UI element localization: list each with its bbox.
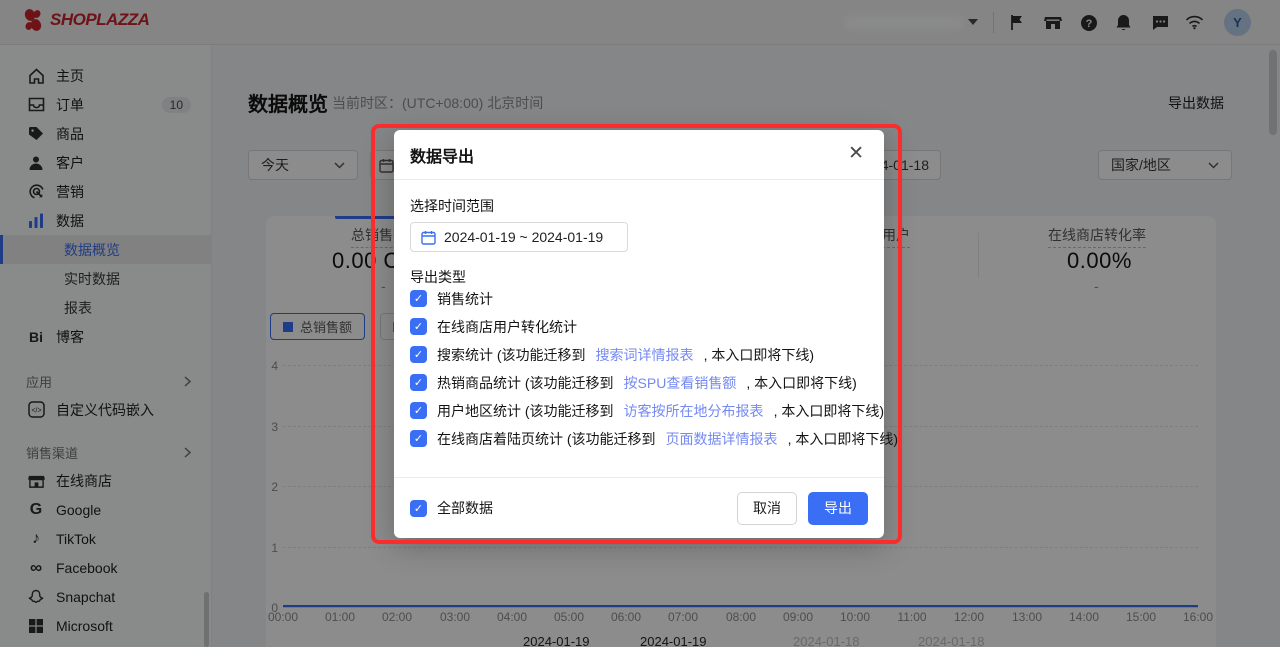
checkbox-checked-icon[interactable]	[410, 402, 427, 419]
migration-link[interactable]: 页面数据详情报表	[666, 429, 778, 449]
export-button[interactable]: 导出	[808, 492, 868, 525]
export-type-row: 销售统计	[410, 290, 868, 307]
time-range-label: 选择时间范围	[410, 196, 494, 216]
data-export-modal: 数据导出 ✕ 选择时间范围 2024-01-19 ~ 2024-01-19 导出…	[394, 130, 884, 538]
modal-title: 数据导出	[410, 143, 474, 167]
export-type-row: 热销商品统计 (该功能迁移到按SPU查看销售额, 本入口即将下线)	[410, 374, 868, 391]
checkbox-checked-icon[interactable]	[410, 374, 427, 391]
checkbox-checked-icon[interactable]	[410, 346, 427, 363]
export-type-label: 导出类型	[410, 267, 466, 287]
export-type-row: 用户地区统计 (该功能迁移到访客按所在地分布报表, 本入口即将下线)	[410, 402, 868, 419]
export-type-row: 搜索统计 (该功能迁移到搜索词详情报表, 本入口即将下线)	[410, 346, 868, 363]
export-type-row: 在线商店着陆页统计 (该功能迁移到页面数据详情报表, 本入口即将下线)	[410, 430, 868, 447]
modal-header: 数据导出 ✕	[394, 130, 884, 180]
migration-link[interactable]: 访客按所在地分布报表	[624, 401, 764, 421]
modal-date-range-value: 2024-01-19 ~ 2024-01-19	[444, 229, 603, 245]
close-icon[interactable]: ✕	[848, 144, 864, 163]
checkbox-checked-icon[interactable]	[410, 500, 427, 517]
calendar-icon	[421, 230, 436, 245]
modal-date-range-input[interactable]: 2024-01-19 ~ 2024-01-19	[410, 222, 628, 252]
all-data-label: 全部数据	[437, 498, 493, 518]
checkbox-checked-icon[interactable]	[410, 290, 427, 307]
checkbox-checked-icon[interactable]	[410, 430, 427, 447]
migration-link[interactable]: 按SPU查看销售额	[624, 373, 737, 393]
migration-link[interactable]: 搜索词详情报表	[596, 345, 694, 365]
export-type-list: 销售统计 在线商店用户转化统计 搜索统计 (该功能迁移到搜索词详情报表, 本入口…	[410, 290, 868, 458]
cancel-button[interactable]: 取消	[737, 492, 797, 525]
modal-footer: 全部数据 取消 导出	[394, 477, 884, 538]
checkbox-checked-icon[interactable]	[410, 318, 427, 335]
export-type-row: 在线商店用户转化统计	[410, 318, 868, 335]
